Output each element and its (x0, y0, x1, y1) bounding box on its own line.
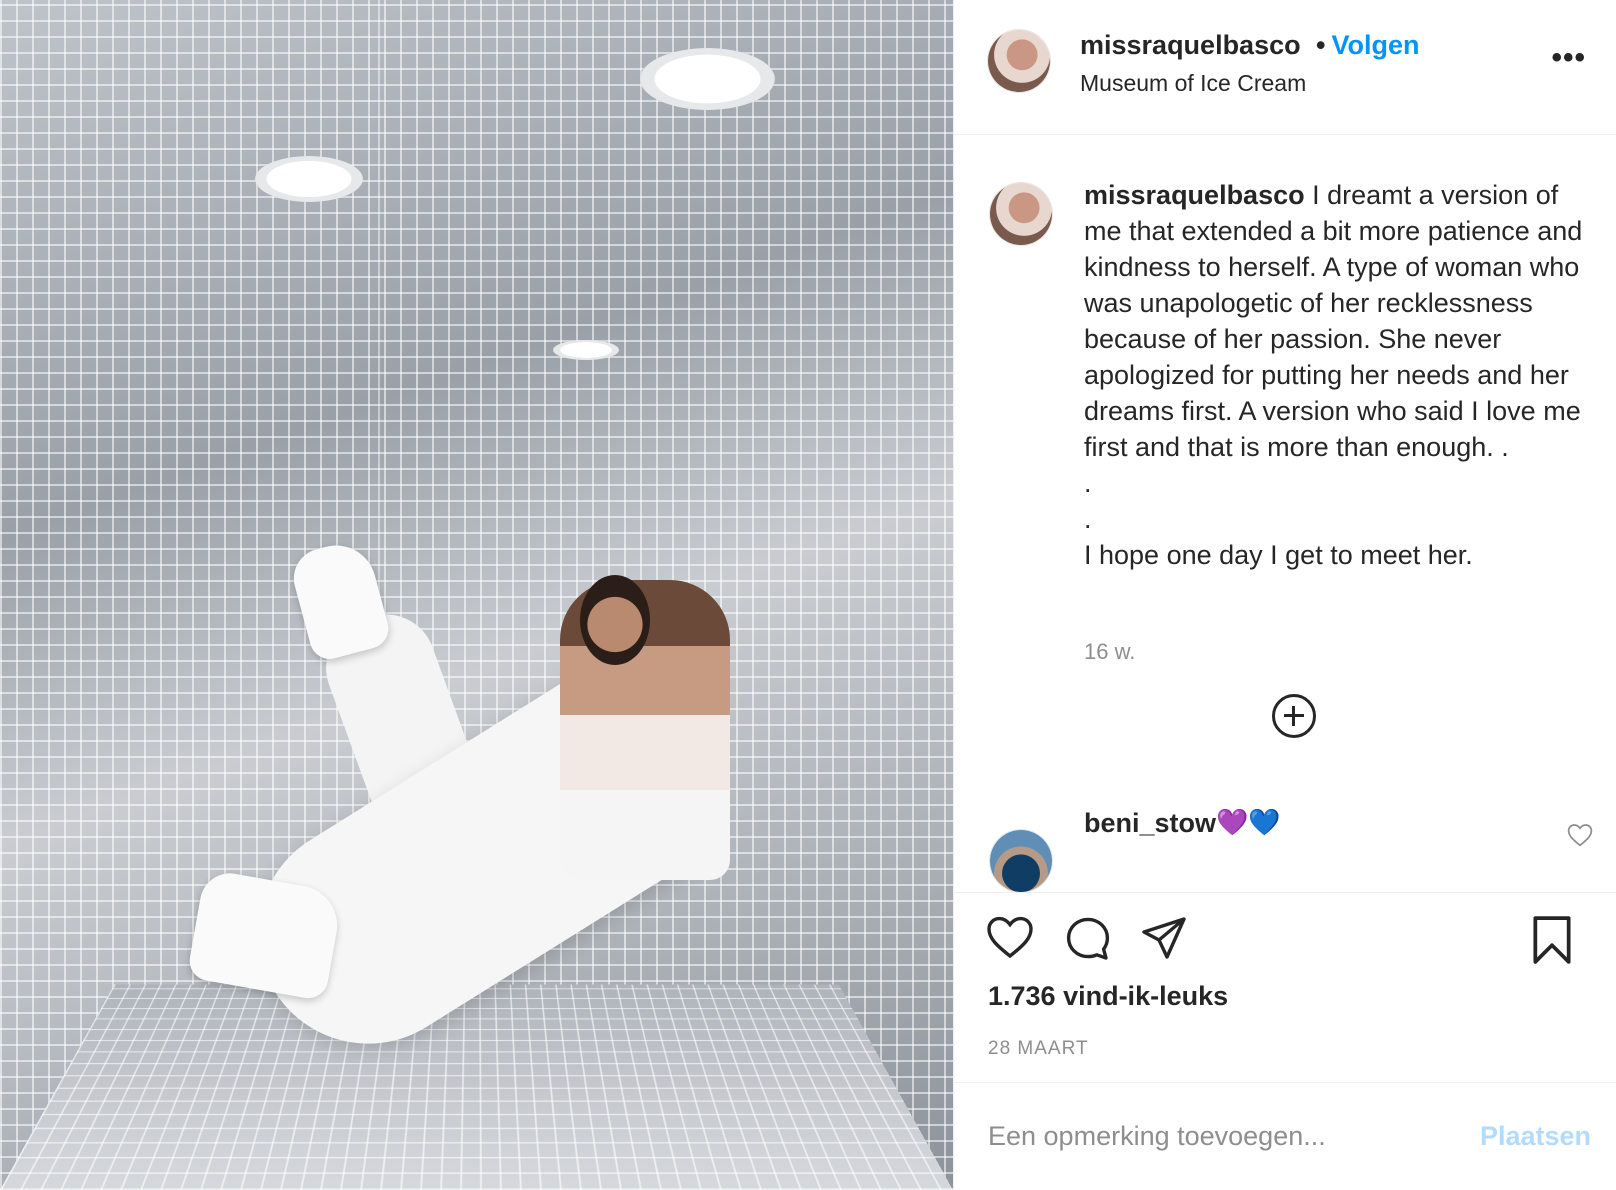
caption-body: I dreamt a version of me that extended a… (1084, 180, 1583, 570)
paper-plane-icon[interactable] (1140, 915, 1188, 966)
comment-text: 💜💙 (1216, 807, 1281, 838)
post-side-panel: missraquelbasco • Volgen Museum of Ice Cr… (953, 0, 1616, 1190)
post-date[interactable]: 28 MAART (988, 1038, 1089, 1060)
ceiling-light (255, 156, 363, 202)
instagram-post: missraquelbasco • Volgen Museum of Ice Cr… (0, 0, 1616, 1190)
post-comment-button[interactable]: Plaatsen (1480, 1121, 1591, 1152)
author-avatar[interactable] (988, 30, 1050, 92)
more-options-icon[interactable]: ••• (1551, 43, 1586, 73)
likes-count[interactable]: 1.736 vind-ik-leuks (988, 981, 1228, 1012)
ceiling-light (640, 48, 775, 110)
post-actions: 1.736 vind-ik-leuks 28 MAART (954, 892, 1616, 1082)
blue-heart-emoji: 💙 (1248, 807, 1281, 837)
post-photo[interactable] (0, 0, 953, 1190)
bookmark-icon[interactable] (1530, 915, 1574, 970)
post-location[interactable]: Museum of Ice Cream (1080, 70, 1306, 97)
comment-like-heart-icon[interactable] (1567, 823, 1593, 852)
commenter-username[interactable]: beni_stow (1084, 808, 1216, 839)
ceiling-light (553, 340, 619, 360)
header-separator: • (1316, 30, 1326, 60)
caption-username[interactable]: missraquelbasco (1084, 180, 1305, 210)
author-username[interactable]: missraquelbasco (1080, 30, 1301, 61)
purple-heart-emoji: 💜 (1216, 807, 1249, 837)
photo-figure-head (580, 575, 650, 665)
follow-button[interactable]: Volgen (1331, 30, 1419, 60)
mirror-floor (0, 984, 953, 1190)
post-header: missraquelbasco • Volgen Museum of Ice Cr… (954, 0, 1616, 135)
photo-shoe (287, 536, 393, 664)
caption-text: missraquelbasco I dreamt a version of me… (1084, 177, 1594, 573)
caption-timestamp[interactable]: 16 w. (1084, 639, 1135, 665)
commenter-avatar[interactable] (990, 830, 1052, 892)
plus-circle-icon[interactable] (1272, 694, 1316, 738)
follow-group: • Volgen (1316, 30, 1419, 61)
comments-area[interactable]: missraquelbasco I dreamt a version of me… (954, 135, 1616, 892)
comment-icon[interactable] (1064, 915, 1112, 968)
caption-author-avatar[interactable] (990, 183, 1052, 245)
comment-input[interactable] (986, 1109, 1460, 1163)
heart-icon[interactable] (986, 915, 1034, 964)
comment-composer: Plaatsen (954, 1082, 1616, 1190)
